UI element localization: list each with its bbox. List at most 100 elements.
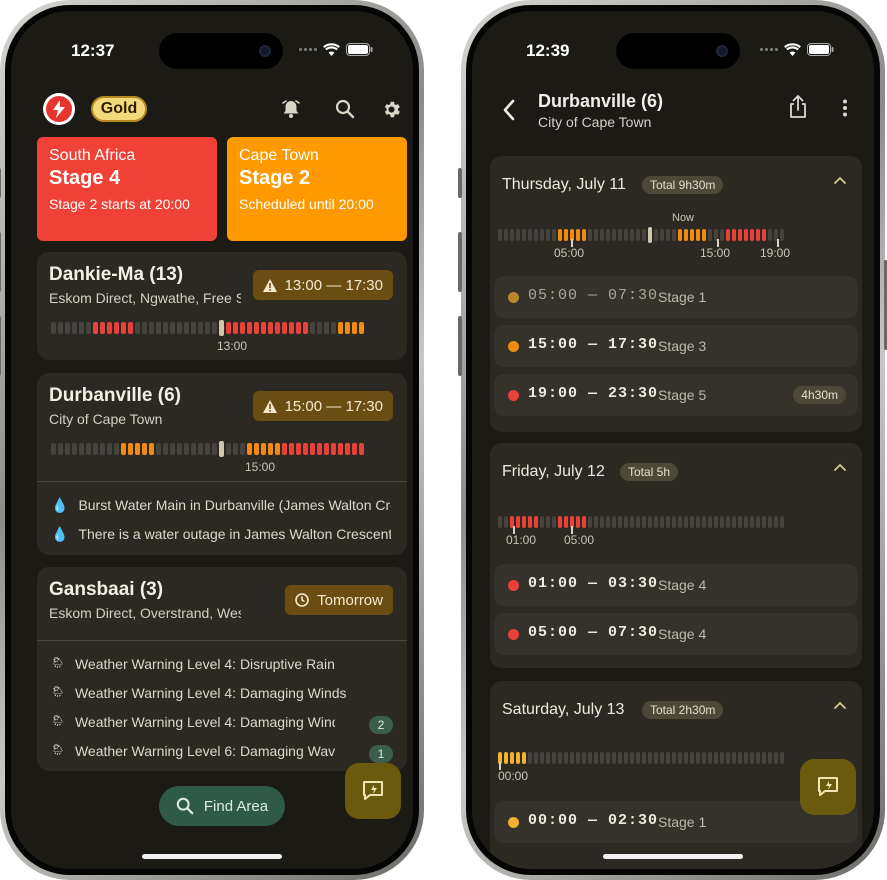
weather-icon: 🌦 [51,744,65,756]
timeline-segment [324,443,329,455]
timeline-segment [516,229,520,241]
alert-item[interactable]: 🌦 Weather Warning Level 6: Damaging Waves [51,743,335,759]
now-marker [648,227,652,243]
volume-down-button [458,316,462,376]
timeline-segment [233,322,238,334]
timeline-segment [660,516,664,528]
timeline-segment [170,443,175,455]
timeline-segment [191,322,196,334]
day-title: Saturday, July 13 [502,701,625,718]
timeline-segment [780,752,784,764]
timeline-segment [576,752,580,764]
timeline-segment [177,322,182,334]
timeline-segment [100,322,105,334]
area-title: Durbanville (6) [49,385,181,406]
area-card-gansbaai[interactable]: Gansbaai (3) Eskom Direct, Overstrand, W… [37,567,407,771]
now-marker [219,320,224,336]
timeline-segment [268,443,273,455]
gold-badge[interactable]: Gold [91,96,147,122]
volume-up-button [458,232,462,292]
day-timeline [498,227,784,243]
timeline-segment [93,322,98,334]
alert-item[interactable]: 💧 Burst Water Main in Durbanville (James … [51,497,391,514]
timeline-segment [528,516,532,528]
timeline-segment [261,322,266,334]
timeline-segment [528,752,532,764]
outage-slot[interactable]: 19:00 — 23:30 Stage 5 4h30m [494,374,858,416]
timeline-segment [546,752,550,764]
slot-stage: Stage 5 [658,387,707,403]
timeline-segment [540,229,544,241]
alert-item[interactable]: 🌦 Weather Warning Level 4: Damaging Winds [51,685,391,701]
feedback-fab[interactable] [345,763,401,819]
city-stage-card[interactable]: Cape Town Stage 2 Scheduled until 20:00 [227,137,407,241]
chevron-up-icon[interactable] [834,701,846,709]
timeline-segment [142,322,147,334]
settings-gear-icon[interactable] [381,99,402,120]
chevron-up-icon[interactable] [834,176,846,184]
timeline-segment [254,322,259,334]
feedback-fab[interactable] [800,759,856,815]
app-logo[interactable] [43,93,75,125]
timeline-segment [558,229,562,241]
stage-color-dot [508,580,519,591]
timeline-segment [768,229,772,241]
timeline-segment [522,752,526,764]
stage-color-dot [508,390,519,401]
timeline-segment [156,322,161,334]
phone-left: 12:37 Gold South Africa Stage 4 Stage 2 … [0,0,424,880]
more-options-icon[interactable] [842,99,848,117]
alert-item[interactable]: 🌦 Weather Warning Level 4: Damaging Winds [51,714,335,730]
outage-slot[interactable]: 01:00 — 03:30 Stage 4 [494,564,858,606]
timeline-segment [666,752,670,764]
timeline-segment [588,752,592,764]
slot-stage: Stage 4 [658,626,707,642]
area-card-dankie-ma[interactable]: Dankie-Ma (13) Eskom Direct, Ngwathe, Fr… [37,252,407,360]
alert-item[interactable]: 💧 There is a water outage in James Walton… [51,526,391,543]
share-icon[interactable] [789,95,807,119]
timeline-segment [660,229,664,241]
slot-stage: Stage 3 [658,338,707,354]
now-marker [219,441,224,457]
find-area-button[interactable]: Find Area [159,786,285,826]
outage-slot[interactable]: 15:00 — 17:30 Stage 3 [494,325,858,367]
volume-down-button [0,316,1,376]
area-card-durbanville[interactable]: Durbanville (6) City of Cape Town 15:00 … [37,373,407,555]
timeline-segment [564,229,568,241]
timeline-segment [756,229,760,241]
timeline-segment [540,752,544,764]
timeline-segment [552,229,556,241]
timeline-segment [170,322,175,334]
timeline-segment [191,443,196,455]
stage-color-dot [508,629,519,640]
alert-item[interactable]: 🌦 Weather Warning Level 4: Disruptive Rai… [51,656,391,672]
timeline-segment [624,229,628,241]
national-stage-card[interactable]: South Africa Stage 4 Stage 2 starts at 2… [37,137,217,241]
area-subtitle: City of Cape Town [49,411,163,427]
day-total-badge: Total 5h [620,463,679,481]
battery-icon [807,43,834,56]
alarm-bell-icon[interactable] [281,99,301,119]
timeline-segment [324,322,329,334]
timeline-segment [233,443,238,455]
back-chevron-icon[interactable] [502,99,516,121]
slot-stage: Stage 4 [658,577,707,593]
timeline-segment [672,229,676,241]
timeline-segment [570,752,574,764]
weather-icon: 🌦 [51,686,65,698]
timeline-segment [738,516,742,528]
timeline-segment [642,516,646,528]
timeline-segment [690,516,694,528]
timeline-segment [648,752,652,764]
timeline-segment [149,322,154,334]
outage-slot[interactable]: 05:00 — 07:30 Stage 4 [494,613,858,655]
badge-text: 15:00 — 17:30 [284,397,383,415]
outage-slot[interactable]: 05:00 — 07:30 Stage 1 [494,276,858,318]
timeline-segment [198,322,203,334]
chevron-up-icon[interactable] [834,463,846,471]
clock-icon [295,593,309,607]
search-icon[interactable] [335,99,355,119]
timeline-segment [310,322,315,334]
tick-label: 05:00 [564,533,595,547]
timeline-segment [552,752,556,764]
